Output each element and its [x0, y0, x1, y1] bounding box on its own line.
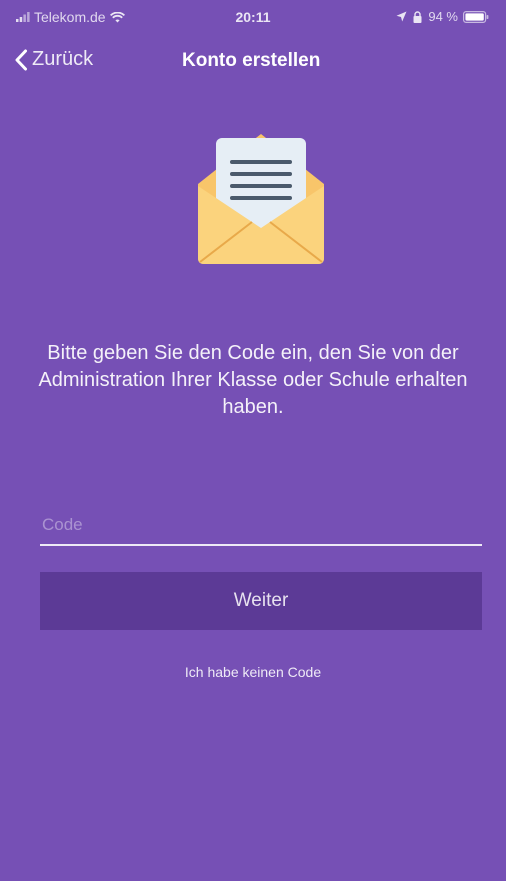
page-title: Konto erstellen: [182, 50, 321, 71]
navigation-bar: Zurück Konto erstellen: [0, 40, 506, 84]
back-button-label: Zurück: [32, 48, 94, 70]
weiter-button[interactable]: Weiter: [40, 572, 482, 630]
instruction-text: Bitte geben Sie den Code ein, den Sie vo…: [38, 342, 468, 418]
chevron-left-icon: [15, 49, 27, 70]
status-bar: Telekom.de 20:11 94 %: [0, 0, 506, 36]
back-button[interactable]: Zurück: [14, 48, 93, 71]
status-indicators: 94 %: [396, 9, 494, 24]
location-icon: [396, 11, 407, 22]
battery-icon: [463, 10, 489, 23]
no-code-link[interactable]: Ich habe keinen Code: [0, 664, 506, 680]
lock-rotation-icon: [413, 10, 422, 23]
battery-percent: 94 %: [428, 9, 458, 24]
envelope-open-letter-icon: [198, 134, 324, 264]
code-input[interactable]: [40, 506, 482, 546]
